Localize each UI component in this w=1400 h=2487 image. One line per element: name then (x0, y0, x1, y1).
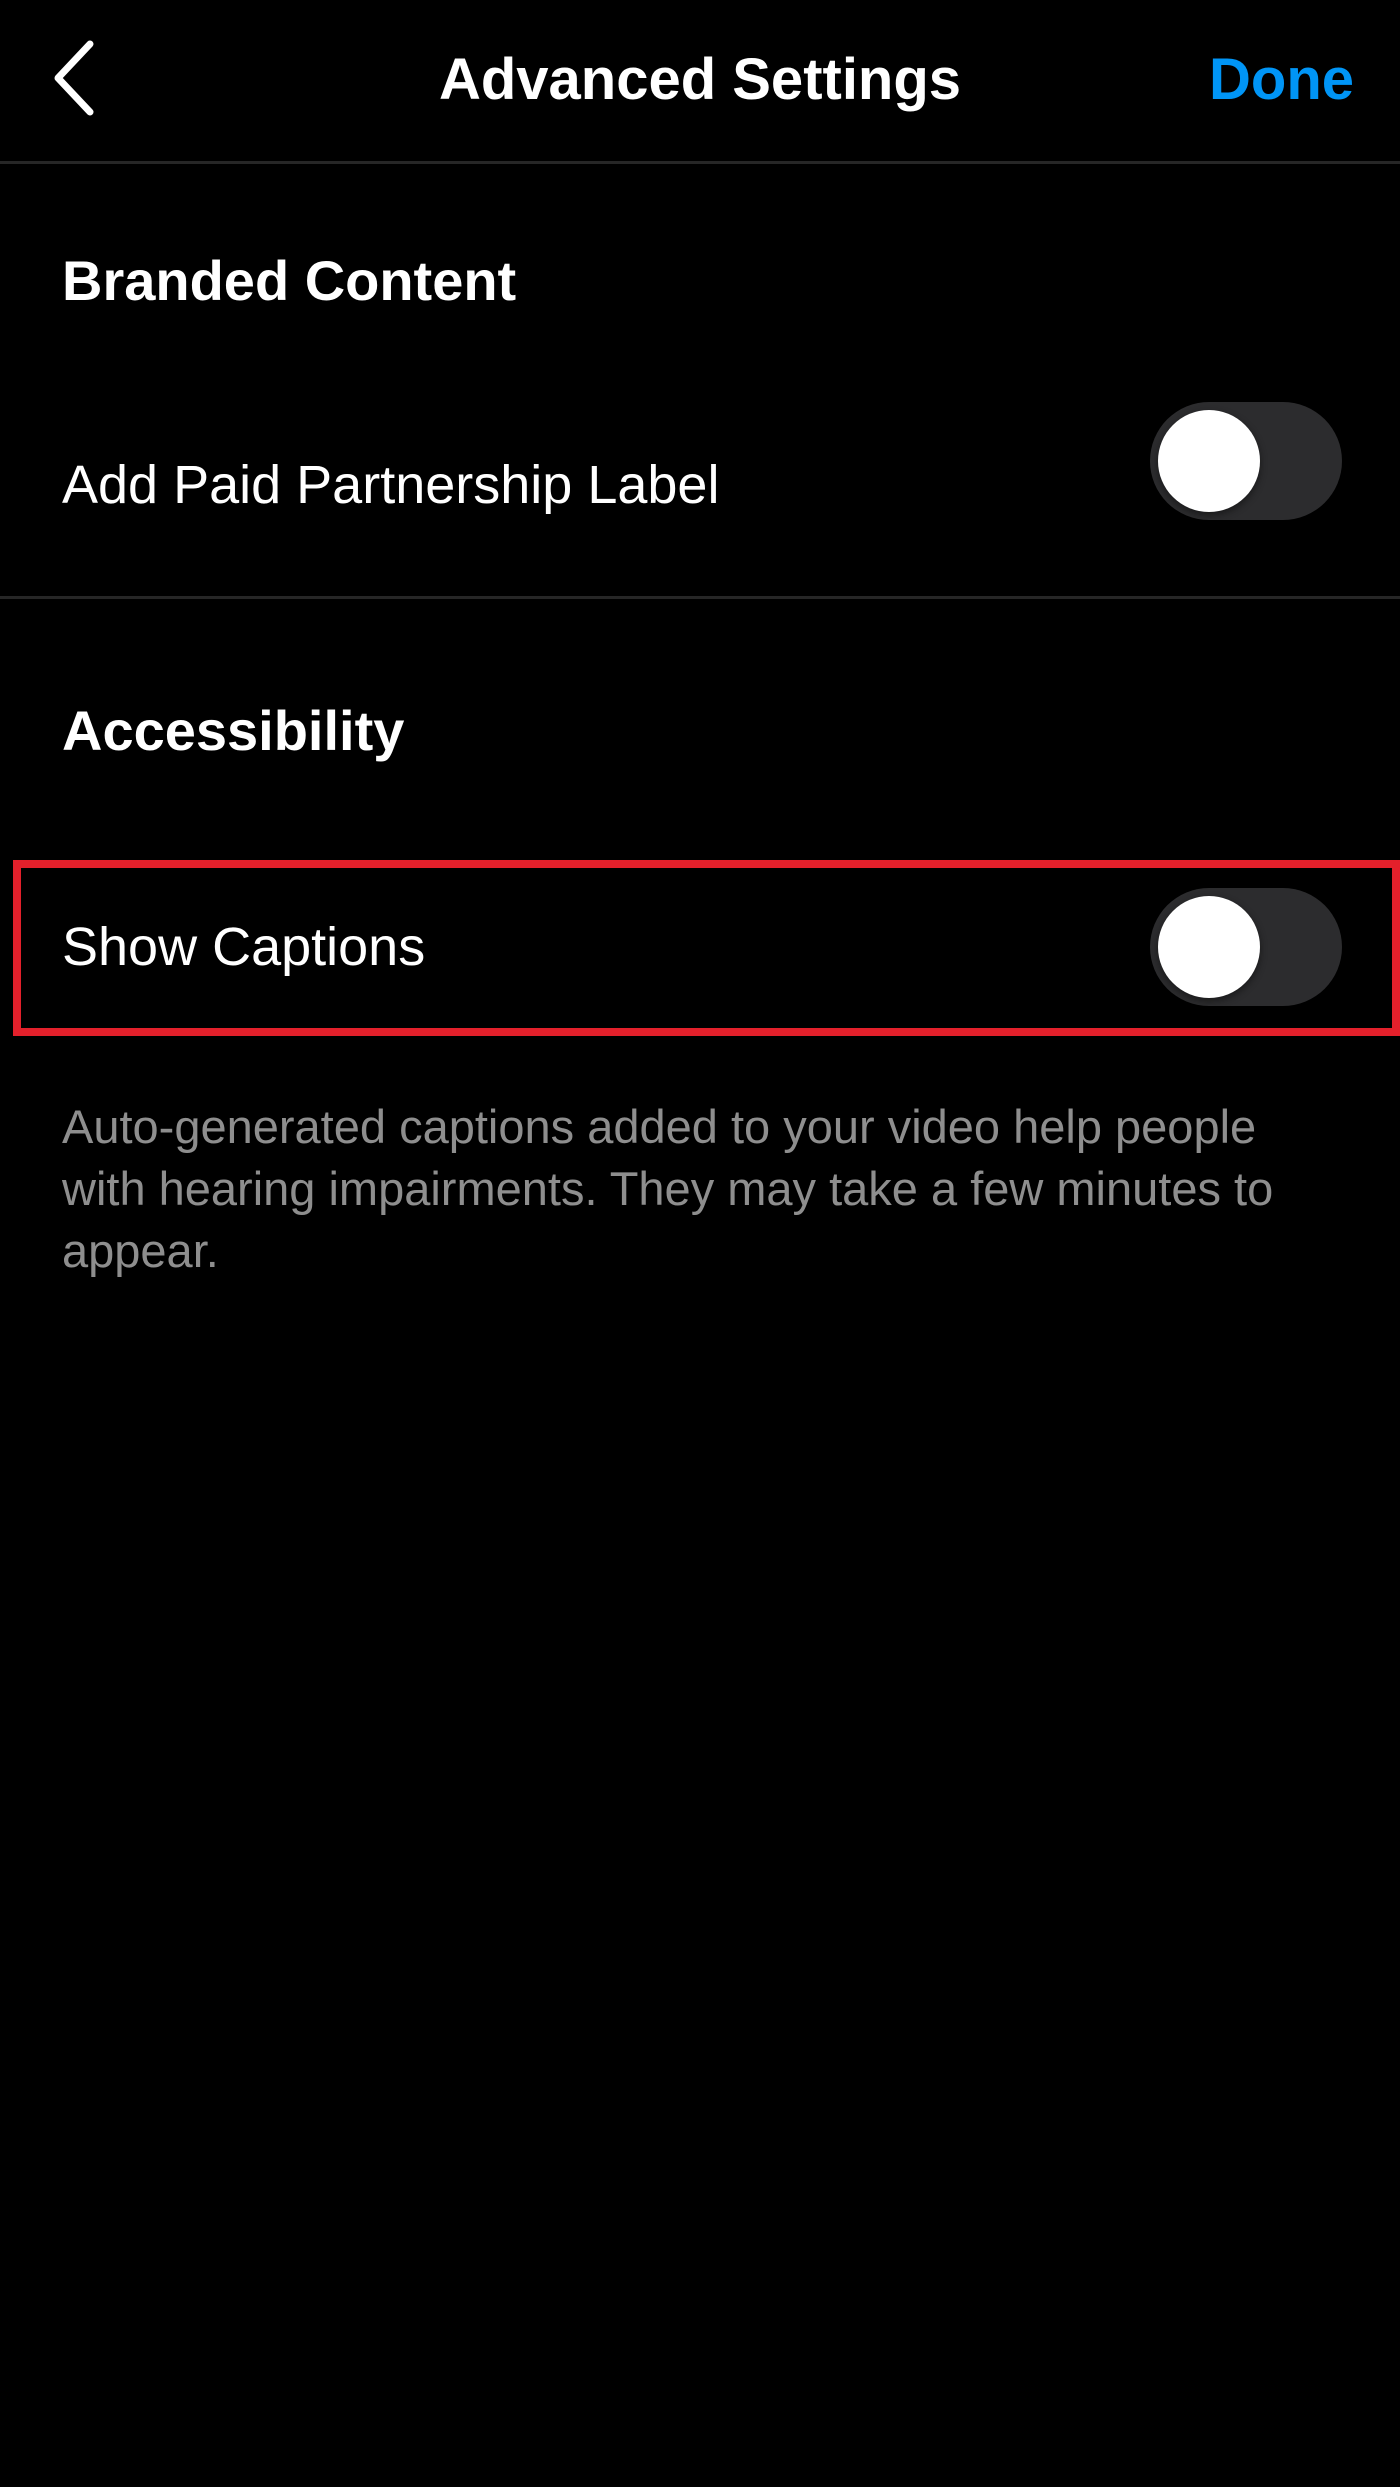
toggle-knob (1158, 410, 1260, 512)
captions-description: Auto-generated captions added to your vi… (62, 1100, 1274, 1277)
show-captions-label: Show Captions (62, 917, 426, 977)
show-captions-row: Show Captions (0, 876, 1400, 1026)
paid-partnership-row: Add Paid Partnership Label (0, 390, 1400, 540)
paid-partnership-toggle[interactable] (1150, 402, 1342, 520)
page-title: Advanced Settings (438, 47, 962, 112)
section-header-accessibility: Accessibility (62, 699, 405, 762)
section-divider (0, 596, 1400, 599)
navigation-bar: Advanced Settings Done (0, 0, 1400, 164)
done-button[interactable]: Done (1209, 44, 1354, 116)
paid-partnership-label: Add Paid Partnership Label (62, 455, 720, 515)
toggle-knob (1158, 896, 1260, 998)
section-header-branded-content: Branded Content (62, 249, 517, 312)
show-captions-toggle[interactable] (1150, 888, 1342, 1006)
